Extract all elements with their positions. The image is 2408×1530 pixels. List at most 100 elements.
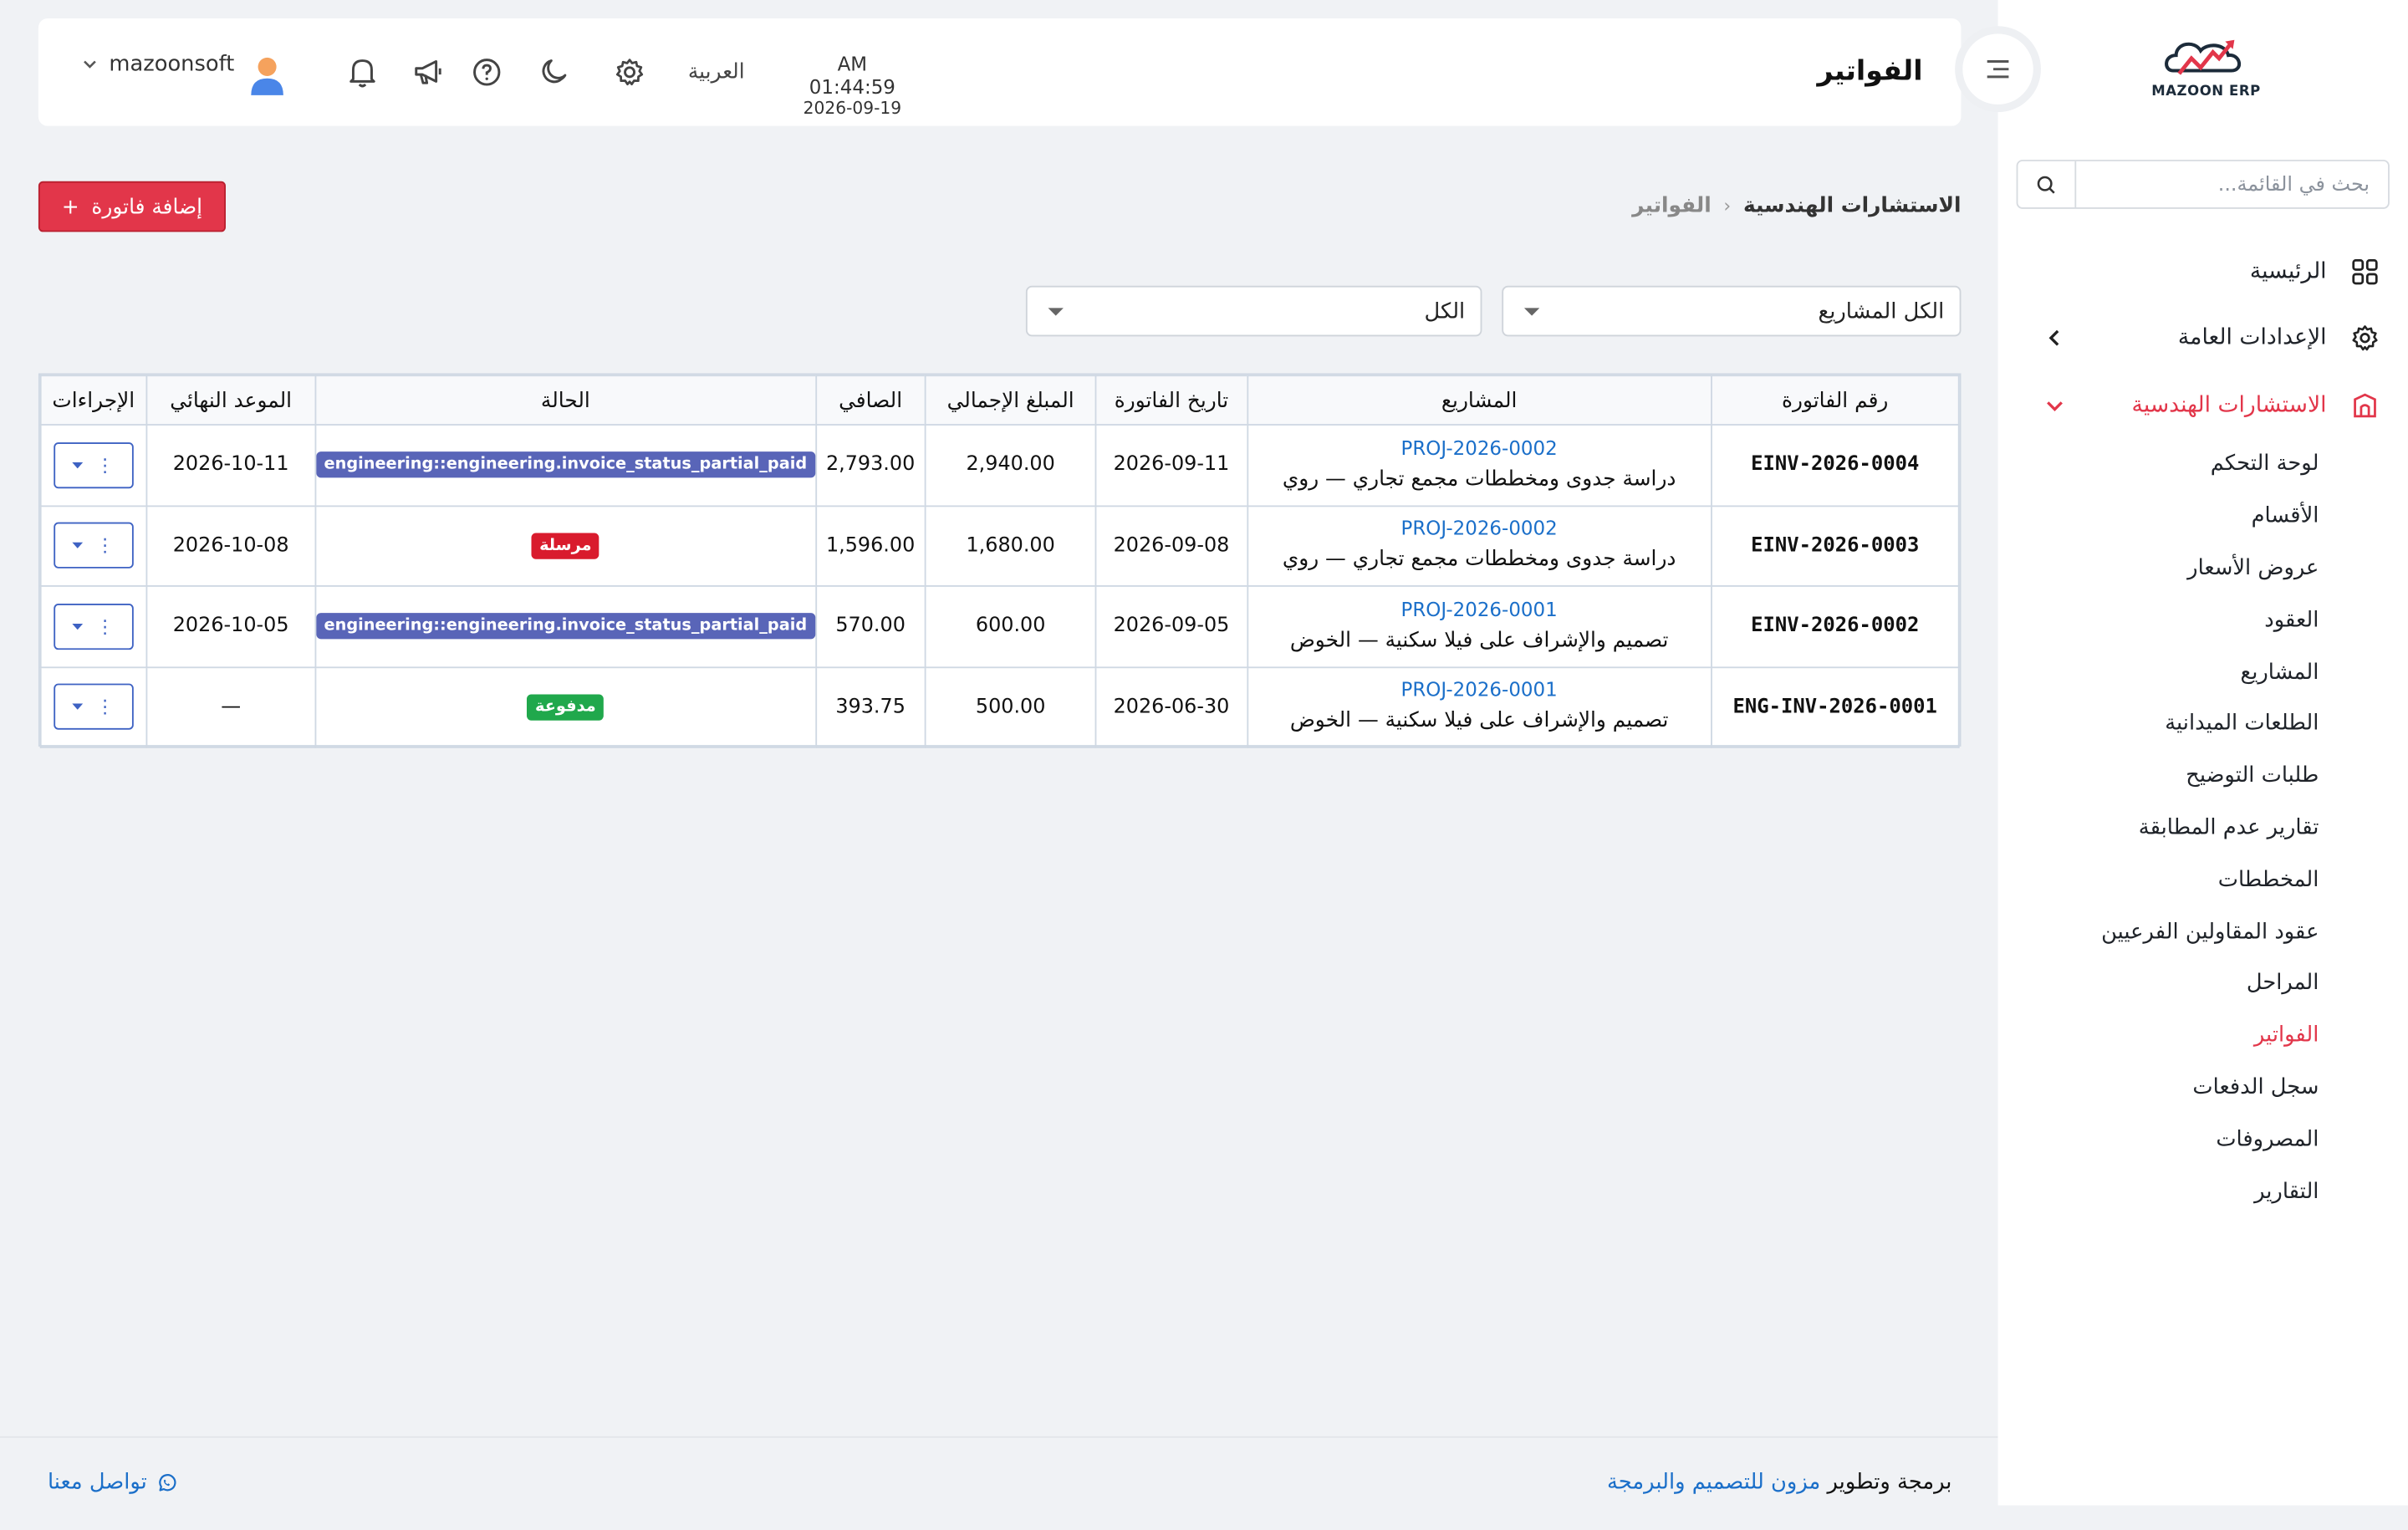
- username: mazoonsoft: [109, 52, 235, 77]
- due-date: 2026-10-08: [145, 504, 317, 587]
- sidebar-subitem-subcontracts[interactable]: عقود المقاولين الفرعيين: [1998, 905, 2319, 957]
- menu-icon: [1987, 60, 2009, 79]
- project-code-link[interactable]: PROJ-2026-0001: [1248, 595, 1711, 623]
- footer-company-link[interactable]: مزون للتصميم والبرمجة: [1607, 1470, 1820, 1494]
- contact-us-link[interactable]: تواصل معنا: [48, 1470, 176, 1495]
- column-header-invoice-no[interactable]: رقم الفاتورة: [1710, 375, 1960, 426]
- caret-down-icon: [72, 703, 84, 711]
- sidebar-subitem-site-visits[interactable]: الطلعات الميدانية: [1998, 698, 2319, 750]
- sidebar-search-input[interactable]: [2076, 161, 2389, 208]
- sidebar-subitem-quotations[interactable]: عروض الأسعار: [1998, 543, 2319, 594]
- invoice-net: 1,596.00: [814, 504, 926, 587]
- column-header-total[interactable]: المبلغ الإجمالي: [925, 375, 1097, 426]
- project-name: تصميم والإشراف على فيلا سكنية — الخوض: [1289, 708, 1669, 733]
- invoice-total: 500.00: [925, 666, 1097, 748]
- status-cell: مدفوعة: [314, 666, 817, 748]
- invoice-number[interactable]: EINV-2026-0002: [1710, 585, 1960, 668]
- project-cell: PROJ-2026-0002 دراسة جدوى ومخططات مجمع ت…: [1246, 504, 1712, 587]
- actions-cell: ⋮: [39, 666, 147, 748]
- projects-filter-select[interactable]: الكل المشاريع: [1502, 285, 1962, 337]
- chevron-left-icon: [2044, 328, 2066, 349]
- table-header-row: رقم الفاتورة المشاريع تاريخ الفاتورة الم…: [39, 375, 1960, 426]
- more-vertical-icon: ⋮: [95, 534, 115, 557]
- sidebar-subitem-expenses[interactable]: المصروفات: [1998, 1114, 2319, 1165]
- sidebar-subitem-projects[interactable]: المشاريع: [1998, 646, 2319, 698]
- clock-time: AM 01:44:59: [809, 52, 895, 99]
- sidebar-subitem-payments-log[interactable]: سجل الدفعات: [1998, 1062, 2319, 1114]
- sidebar-subitem-phases[interactable]: المراحل: [1998, 957, 2319, 1009]
- sidebar-subitem-ncr-reports[interactable]: تقارير عدم المطابقة: [1998, 802, 2319, 854]
- project-code-link[interactable]: PROJ-2026-0001: [1248, 676, 1711, 704]
- status-badge: مرسلة: [531, 533, 599, 559]
- brand-logo[interactable]: MAZOON ERP: [2151, 33, 2261, 110]
- column-header-due-date[interactable]: الموعد النهائي: [145, 375, 317, 426]
- invoice-number[interactable]: EINV-2026-0004: [1710, 424, 1960, 507]
- brand-name: MAZOON ERP: [2151, 84, 2261, 100]
- column-header-invoice-date[interactable]: تاريخ الفاتورة: [1094, 375, 1248, 426]
- sidebar-subitem-contracts[interactable]: العقود: [1998, 594, 2319, 646]
- settings-button[interactable]: [613, 55, 646, 89]
- dark-mode-toggle[interactable]: [538, 55, 571, 89]
- question-circle-icon: [473, 59, 501, 86]
- project-code-link[interactable]: PROJ-2026-0002: [1248, 515, 1711, 543]
- chevron-down-icon: [2044, 395, 2066, 416]
- avatar[interactable]: [244, 52, 290, 98]
- user-menu[interactable]: mazoonsoft: [81, 52, 235, 77]
- footer-credit-prefix: برمجة وتطوير: [1827, 1470, 1952, 1495]
- logo-icon: [2165, 39, 2241, 75]
- sidebar-toggle-button[interactable]: [1962, 33, 2033, 105]
- caret-down-icon: [1522, 305, 1540, 318]
- grid-icon: [2349, 256, 2380, 287]
- column-header-actions: الإجراءات: [39, 375, 147, 426]
- help-button[interactable]: [470, 55, 503, 89]
- row-actions-dropdown[interactable]: ⋮: [54, 603, 134, 650]
- add-invoice-button[interactable]: إضافة فاتورة +: [38, 181, 226, 232]
- sidebar-subitem-dashboard[interactable]: لوحة التحكم: [1998, 439, 2319, 491]
- search-button[interactable]: [2018, 161, 2077, 208]
- row-actions-dropdown[interactable]: ⋮: [54, 684, 134, 731]
- column-header-projects[interactable]: المشاريع: [1246, 375, 1712, 426]
- sidebar-subitem-clarification-requests[interactable]: طلبات التوضيح: [1998, 750, 2319, 802]
- caret-down-icon: [72, 462, 84, 468]
- caret-down-icon: [1046, 305, 1064, 318]
- project-name: تصميم والإشراف على فيلا سكنية — الخوض: [1289, 627, 1669, 653]
- announcements-button[interactable]: [411, 55, 445, 89]
- language-switch[interactable]: العربية: [688, 60, 745, 84]
- status-badge: مدفوعة: [527, 694, 604, 721]
- invoice-number[interactable]: ENG-INV-2026-0001: [1710, 666, 1960, 748]
- more-vertical-icon: ⋮: [95, 454, 115, 477]
- status-filter-select[interactable]: الكل: [1025, 285, 1482, 337]
- breadcrumb-current: الفواتير: [1632, 193, 1712, 218]
- notifications-button[interactable]: [345, 55, 379, 89]
- sidebar-subitem-departments[interactable]: الأقسام: [1998, 491, 2319, 543]
- row-actions-dropdown[interactable]: ⋮: [54, 441, 134, 488]
- invoices-table: رقم الفاتورة المشاريع تاريخ الفاتورة الم…: [38, 373, 1962, 748]
- sidebar-subitem-invoices[interactable]: الفواتير: [1998, 1010, 2319, 1062]
- engineering-submenu: لوحة التحكم الأقسام عروض الأسعار العقود …: [1998, 439, 2408, 1217]
- row-actions-dropdown[interactable]: ⋮: [54, 523, 134, 569]
- sidebar-item-engineering[interactable]: الاستشارات الهندسية: [1998, 372, 2408, 439]
- sidebar-item-home[interactable]: الرئيسية: [1998, 238, 2408, 305]
- actions-cell: ⋮: [39, 504, 147, 587]
- invoice-number[interactable]: EINV-2026-0003: [1710, 504, 1960, 587]
- sidebar-item-general-settings[interactable]: الإعدادات العامة: [1998, 305, 2408, 372]
- sidebar-item-label: الرئيسية: [2249, 259, 2327, 284]
- invoice-net: 570.00: [814, 585, 926, 668]
- bell-icon: [349, 59, 375, 88]
- project-code-link[interactable]: PROJ-2026-0002: [1248, 434, 1711, 462]
- breadcrumb: الاستشارات الهندسية ‹ الفواتير: [1632, 193, 1961, 217]
- actions-cell: ⋮: [39, 424, 147, 507]
- projects-filter-value: الكل المشاريع: [1818, 298, 1945, 324]
- megaphone-icon: [415, 60, 441, 84]
- footer-credit: برمجة وتطوير مزون للتصميم والبرمجة: [1607, 1470, 1951, 1494]
- sidebar-subitem-drawings[interactable]: المخططات: [1998, 854, 2319, 905]
- invoice-total: 2,940.00: [925, 424, 1097, 507]
- column-header-status[interactable]: الحالة: [314, 375, 817, 426]
- column-header-net[interactable]: الصافي: [814, 375, 926, 426]
- table-row: ENG-INV-2026-0001 PROJ-2026-0001 تصميم و…: [39, 666, 1960, 748]
- breadcrumb-root[interactable]: الاستشارات الهندسية: [1743, 193, 1962, 217]
- project-name: دراسة جدوى ومخططات مجمع تجاري — روي: [1282, 547, 1676, 572]
- gear-icon: [2349, 323, 2380, 354]
- sidebar-subitem-reports[interactable]: التقارير: [1998, 1165, 2319, 1217]
- clock-date: 2026-09-19: [803, 98, 902, 119]
